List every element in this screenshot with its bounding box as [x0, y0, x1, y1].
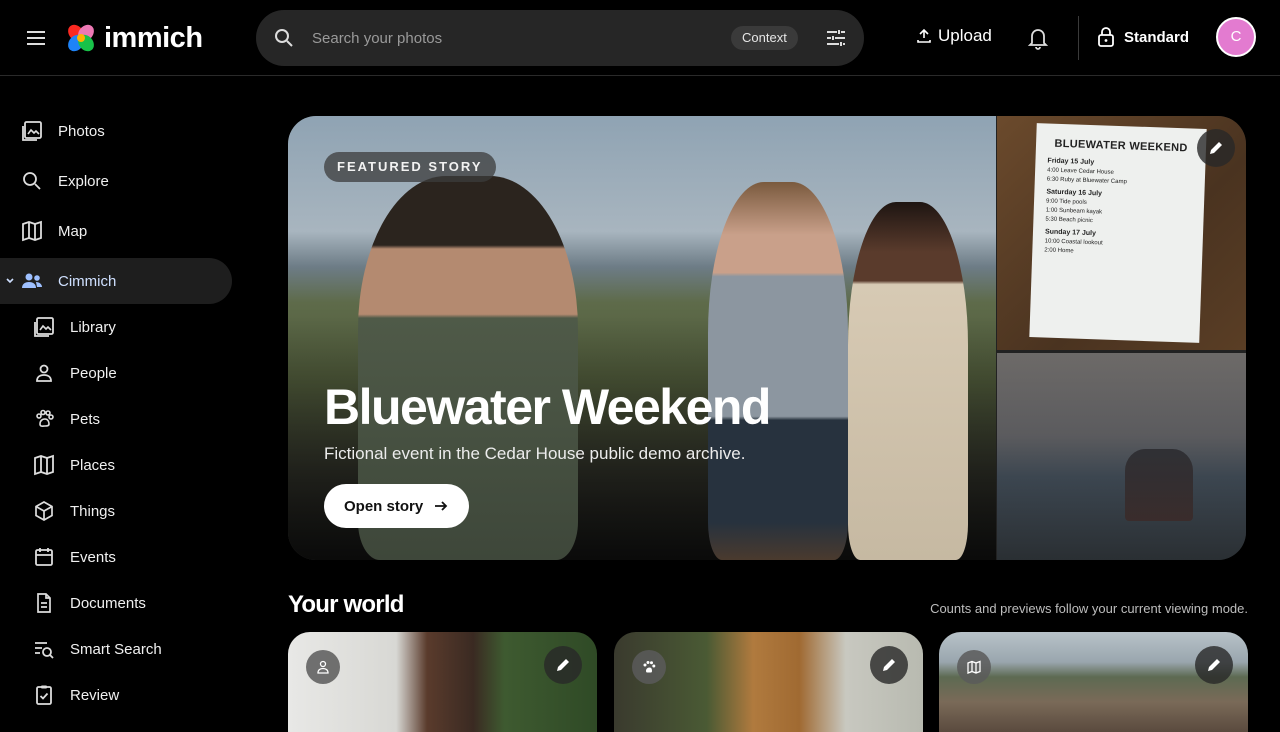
sidebar-item-label: Map — [58, 222, 88, 240]
sidebar-item-places[interactable]: Places — [0, 442, 240, 488]
search-input[interactable] — [312, 24, 712, 52]
map-icon — [22, 220, 42, 242]
coastline-photo — [997, 353, 1246, 560]
photo-family-silhouette — [1125, 449, 1193, 521]
featured-story-badge: FEATURED STORY — [324, 152, 496, 182]
sidebar-item-pets[interactable]: Pets — [0, 396, 240, 442]
arrow-right-icon — [435, 501, 448, 511]
world-card-people[interactable] — [288, 632, 597, 732]
tune-icon[interactable] — [824, 26, 848, 55]
sidebar-item-map[interactable]: Map — [0, 208, 240, 254]
paw-icon — [36, 409, 54, 427]
app-logo[interactable]: immich — [64, 20, 203, 56]
sidebar-item-label: People — [70, 364, 117, 382]
note-title: BLUEWATER WEEKEND — [1054, 137, 1188, 155]
cube-icon — [35, 501, 53, 521]
sidebar-item-things[interactable]: Things — [0, 488, 240, 534]
itinerary-paper: BLUEWATER WEEKEND Friday 15 July 4:00 Le… — [1029, 123, 1207, 343]
open-story-button[interactable]: Open story — [324, 484, 470, 528]
paw-icon — [632, 650, 666, 684]
sidebar-item-smart-search[interactable]: Smart Search — [0, 626, 240, 672]
sidebar-item-people[interactable]: People — [0, 350, 240, 396]
top-bar: immich Context Upload Standard C — [0, 0, 1280, 76]
search-icon — [23, 172, 41, 190]
edit-button[interactable] — [870, 646, 908, 684]
sidebar-item-events[interactable]: Events — [0, 534, 240, 580]
sidebar-item-label: Explore — [58, 172, 109, 190]
pencil-icon — [883, 659, 895, 671]
upload-icon — [917, 28, 931, 43]
sidebar-item-label: Places — [70, 456, 116, 474]
story-subtitle: Fictional event in the Cedar House publi… — [324, 444, 746, 463]
menu-icon[interactable] — [24, 26, 48, 50]
pencil-icon — [1210, 142, 1222, 154]
section-note: Counts and previews follow your current … — [930, 601, 1248, 616]
lock-icon — [1098, 27, 1114, 47]
sidebar-item-library[interactable]: Library — [0, 304, 240, 350]
edit-button[interactable] — [1197, 129, 1235, 167]
open-story-label: Open story — [344, 497, 424, 515]
search-bar: Context — [256, 10, 864, 66]
story-title: Bluewater Weekend — [324, 379, 771, 435]
immich-logo-icon — [68, 24, 94, 52]
library-icon — [34, 317, 54, 337]
world-card-places[interactable] — [939, 632, 1248, 732]
sidebar-item-cimmich[interactable]: Cimmich — [0, 258, 232, 304]
sidebar-item-review[interactable]: Review — [0, 672, 240, 718]
map-icon — [957, 650, 991, 684]
user-avatar[interactable]: C — [1216, 17, 1256, 57]
map-icon — [34, 454, 54, 476]
smart-search-icon — [35, 642, 54, 659]
sidebar-item-photos[interactable]: Photos — [0, 108, 240, 154]
world-card-pets[interactable] — [614, 632, 923, 732]
sidebar-item-label: Cimmich — [58, 272, 117, 290]
person-icon — [306, 650, 340, 684]
sidebar-item-documents[interactable]: Documents — [0, 580, 240, 626]
note-row: 5:30 Beach picnic — [1045, 216, 1093, 225]
featured-story-card[interactable]: BLUEWATER WEEKEND Friday 15 July 4:00 Le… — [288, 116, 1246, 560]
context-chip[interactable]: Context — [731, 26, 798, 50]
sidebar-item-label: Documents — [70, 594, 146, 612]
upload-button[interactable]: Upload — [916, 26, 992, 46]
viewing-mode-label: Standard — [1124, 28, 1190, 46]
chevron-down-icon — [6, 278, 14, 284]
app-name: immich — [104, 21, 203, 54]
section-title: Your world — [288, 591, 404, 618]
pencil-icon — [1208, 659, 1220, 671]
sidebar-item-label: Events — [70, 548, 116, 566]
sidebar-item-label: Things — [70, 502, 116, 520]
person-icon — [36, 364, 52, 382]
people-group-icon — [22, 273, 42, 288]
photo-person — [848, 202, 968, 560]
pencil-icon — [557, 659, 569, 671]
sidebar-item-label: Review — [70, 686, 120, 704]
note-row: 6:30 Ruby at Bluewater Camp — [1046, 176, 1127, 186]
photo-person — [708, 182, 848, 560]
viewing-mode-button[interactable]: Standard — [1096, 26, 1189, 48]
note-row: 2:00 Home — [1044, 247, 1074, 255]
upload-label: Upload — [938, 26, 992, 45]
search-icon[interactable] — [272, 26, 296, 55]
edit-button[interactable] — [544, 646, 582, 684]
bell-icon[interactable] — [1026, 25, 1050, 56]
header-divider — [1078, 16, 1079, 60]
edit-button[interactable] — [1195, 646, 1233, 684]
photos-icon — [22, 121, 42, 141]
calendar-icon — [35, 548, 53, 566]
sidebar-item-label: Library — [70, 318, 116, 336]
sidebar-item-label: Smart Search — [70, 640, 162, 658]
sidebar: Photos Explore Map Cimmich Library Peopl… — [0, 108, 240, 718]
document-icon — [37, 593, 51, 613]
sidebar-item-label: Pets — [70, 410, 101, 428]
sidebar-item-label: Photos — [58, 122, 105, 140]
sidebar-item-explore[interactable]: Explore — [0, 158, 240, 204]
clipboard-check-icon — [36, 685, 52, 705]
